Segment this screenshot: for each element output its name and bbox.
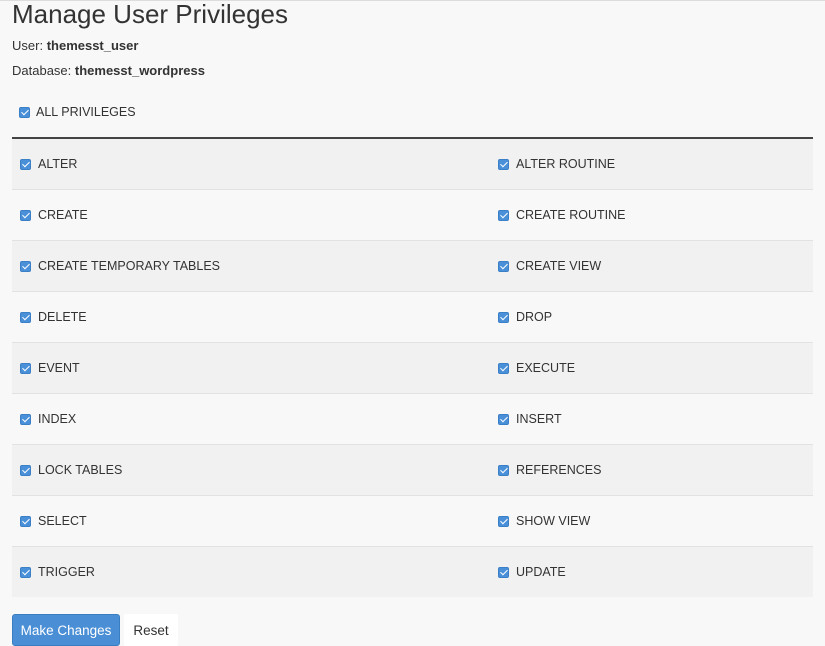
privilege-label: ALTER [38, 157, 78, 171]
privilege-checkbox[interactable] [20, 566, 31, 578]
privilege-option[interactable]: CREATE TEMPORARY TABLES [20, 258, 220, 274]
privilege-row: CREATE CREATE ROUTINE [12, 190, 813, 241]
user-label: User: [12, 38, 44, 53]
privilege-label: DELETE [38, 310, 87, 324]
privilege-checkbox[interactable] [20, 413, 31, 425]
privilege-option[interactable]: EVENT [20, 360, 80, 376]
privilege-option[interactable]: CREATE ROUTINE [498, 207, 626, 223]
privilege-row: CREATE TEMPORARY TABLES CREATE VIEW [12, 241, 813, 292]
privilege-label: EXECUTE [516, 361, 576, 375]
privilege-label: INSERT [516, 412, 562, 426]
privilege-label: CREATE VIEW [516, 259, 602, 273]
privilege-option[interactable]: EXECUTE [498, 360, 575, 376]
privilege-option[interactable]: DROP [498, 309, 552, 325]
privilege-row: SELECT SHOW VIEW [12, 496, 813, 547]
privilege-option[interactable]: CREATE VIEW [498, 258, 601, 274]
privilege-option[interactable]: INDEX [20, 411, 76, 427]
privilege-label: CREATE [38, 208, 88, 222]
privilege-option[interactable]: TRIGGER [20, 564, 95, 580]
privilege-option[interactable]: SHOW VIEW [498, 513, 590, 529]
privilege-label: ALTER ROUTINE [516, 157, 616, 171]
privilege-option[interactable]: ALTER ROUTINE [498, 156, 615, 172]
privilege-row: TRIGGER UPDATE [12, 547, 813, 597]
privilege-label: DROP [516, 310, 553, 324]
all-privileges-checkbox[interactable] [19, 106, 30, 118]
privilege-checkbox[interactable] [20, 260, 31, 272]
privilege-label: REFERENCES [516, 463, 602, 477]
privilege-option[interactable]: CREATE [20, 207, 88, 223]
privilege-checkbox[interactable] [20, 515, 31, 527]
privilege-option[interactable]: DELETE [20, 309, 87, 325]
privilege-option[interactable]: REFERENCES [498, 462, 601, 478]
database-info: Database: themesst_wordpress [12, 62, 205, 80]
privilege-label: SHOW VIEW [516, 514, 591, 528]
privilege-checkbox[interactable] [498, 158, 509, 170]
privilege-checkbox[interactable] [498, 260, 509, 272]
make-changes-button[interactable]: Make Changes [12, 614, 120, 646]
privilege-checkbox[interactable] [498, 311, 509, 323]
privilege-label: CREATE TEMPORARY TABLES [38, 259, 221, 273]
privilege-checkbox[interactable] [20, 311, 31, 323]
privilege-row: ALTER ALTER ROUTINE [12, 139, 813, 190]
page-title: Manage User Privileges [12, 0, 289, 29]
database-value: themesst_wordpress [74, 63, 205, 78]
privilege-row: EVENT EXECUTE [12, 343, 813, 394]
database-label: Database: [12, 63, 72, 78]
privilege-label: EVENT [38, 361, 80, 375]
privileges-table: ALTER ALTER ROUTINE CREATE CREATE ROUTIN… [12, 139, 813, 597]
privilege-option[interactable]: LOCK TABLES [20, 462, 122, 478]
privilege-option[interactable]: SELECT [20, 513, 87, 529]
user-info: User: themesst_user [12, 37, 138, 55]
user-value: themesst_user [46, 38, 139, 53]
privilege-label: INDEX [38, 412, 77, 426]
privilege-checkbox[interactable] [20, 209, 31, 221]
privilege-checkbox[interactable] [20, 362, 31, 374]
privilege-label: UPDATE [516, 565, 566, 579]
privilege-row: LOCK TABLES REFERENCES [12, 445, 813, 496]
privilege-checkbox[interactable] [498, 566, 509, 578]
all-privileges-option[interactable]: ALL PRIVILEGES [19, 104, 136, 120]
privilege-checkbox[interactable] [498, 515, 509, 527]
privilege-row: DELETE DROP [12, 292, 813, 343]
privilege-checkbox[interactable] [498, 362, 509, 374]
privilege-label: LOCK TABLES [38, 463, 123, 477]
privilege-label: TRIGGER [38, 565, 95, 579]
privilege-label: SELECT [38, 514, 87, 528]
privilege-option[interactable]: UPDATE [498, 564, 566, 580]
privilege-label: CREATE ROUTINE [516, 208, 626, 222]
privilege-checkbox[interactable] [20, 158, 31, 170]
privilege-checkbox[interactable] [498, 413, 509, 425]
all-privileges-label: ALL PRIVILEGES [36, 105, 136, 119]
privilege-option[interactable]: ALTER [20, 156, 77, 172]
privilege-checkbox[interactable] [20, 464, 31, 476]
privilege-row: INDEX INSERT [12, 394, 813, 445]
reset-button[interactable]: Reset [124, 614, 178, 646]
privilege-checkbox[interactable] [498, 209, 509, 221]
privilege-checkbox[interactable] [498, 464, 509, 476]
privilege-option[interactable]: INSERT [498, 411, 562, 427]
